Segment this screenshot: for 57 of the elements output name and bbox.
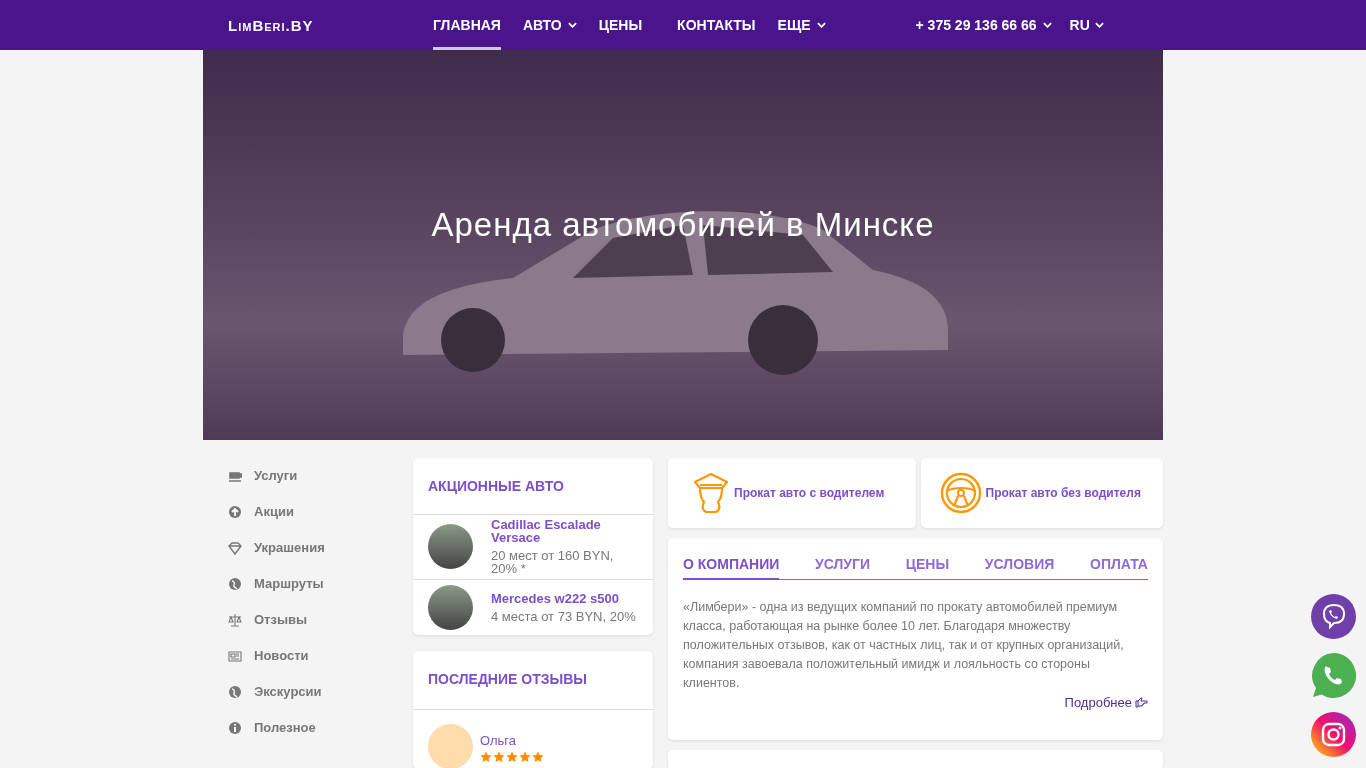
- more-link[interactable]: Подробнее: [1064, 695, 1148, 710]
- pointing-hand-icon: [1135, 697, 1148, 708]
- caret-icon: [567, 22, 577, 28]
- card-title: ПОСЛЕДНИЕ ОТЗЫВЫ: [413, 651, 653, 710]
- caret-icon: [816, 22, 826, 28]
- sidebar-link[interactable]: Акции: [228, 504, 413, 519]
- sidebar-link[interactable]: Полезное: [228, 720, 413, 735]
- nav-link[interactable]: КОНТАКТЫ: [677, 0, 756, 50]
- sidebar-icon: [228, 720, 242, 735]
- star-icon: [493, 751, 505, 763]
- car-details: 20 мест от 160 BYN, 20% *: [491, 549, 615, 575]
- service-link[interactable]: Прокат авто с водителем: [668, 458, 916, 528]
- card-title: АКЦИОННЫЕ АВТО: [413, 458, 653, 515]
- sidebar-icon: [228, 684, 242, 699]
- phone-dropdown[interactable]: + 375 29 136 66 66: [915, 17, 1052, 33]
- tab[interactable]: О КОМПАНИИ: [683, 556, 780, 580]
- caret-icon: [1094, 22, 1104, 28]
- star-icon: [480, 751, 492, 763]
- service-link[interactable]: Прокат авто без водителя: [920, 458, 1163, 528]
- sidebar-icon: [228, 576, 242, 591]
- tab[interactable]: ОПЛАТА: [1090, 556, 1148, 580]
- star-icon: [532, 751, 544, 763]
- steering-wheel-icon: [939, 472, 982, 514]
- sidebar-icon: [228, 612, 242, 627]
- chauffeur-icon: [692, 472, 730, 514]
- instagram-icon[interactable]: [1311, 712, 1356, 757]
- sidebar-icon: [228, 648, 242, 663]
- nav-link[interactable]: АВТО: [522, 0, 577, 50]
- about-text: «Лимбери» - одна из ведущих компаний по прокату автомобилей премиум класса, работающая на рынке более 10 лет. Благодаря множеству положительных отзывов, как от частных лиц, так и от крупных организаций, компания завоевала положительный имидж и лояльность со стороны клиентов.: [683, 599, 1125, 692]
- star-icon: [506, 751, 518, 763]
- sidebar-link[interactable]: Украшения: [228, 540, 413, 555]
- site-logo[interactable]: LimBeri.BY: [228, 16, 433, 34]
- whatsapp-icon[interactable]: [1311, 653, 1356, 698]
- star-icon: [519, 751, 531, 763]
- language-dropdown[interactable]: RU: [1069, 17, 1104, 33]
- viber-icon[interactable]: [1311, 594, 1356, 639]
- car-photo-placeholder: [428, 524, 473, 569]
- sidebar-link[interactable]: Экскурсии: [228, 684, 413, 699]
- sidebar-link[interactable]: Маршруты: [228, 576, 413, 591]
- caret-icon: [1042, 22, 1052, 28]
- sidebar-link[interactable]: Услуги: [228, 468, 413, 483]
- review-author: Ольга: [480, 733, 517, 748]
- car-photo-placeholder: [428, 584, 473, 630]
- sidebar-icon: [228, 504, 242, 519]
- hero-title: Аренда автомобилей в Минске: [431, 206, 935, 244]
- tab[interactable]: УСЛУГИ: [815, 556, 871, 580]
- sidebar-link[interactable]: Новости: [228, 648, 413, 663]
- tab[interactable]: УСЛОВИЯ: [984, 556, 1055, 580]
- sidebar-icon: [228, 540, 242, 555]
- car-link[interactable]: Mercedes w222 s500: [491, 591, 636, 605]
- tab[interactable]: ЦЕНЫ: [905, 556, 950, 580]
- sidebar-link[interactable]: Отзывы: [228, 612, 413, 627]
- car-link[interactable]: Cadillac Escalade Versace: [491, 518, 638, 544]
- avatar: [428, 724, 473, 768]
- car-details: 4 места от 73 BYN, 20%: [491, 609, 636, 623]
- nav-link[interactable]: ЕЩЕ: [777, 0, 826, 50]
- nav-link[interactable]: ЦЕНЫ: [598, 0, 643, 50]
